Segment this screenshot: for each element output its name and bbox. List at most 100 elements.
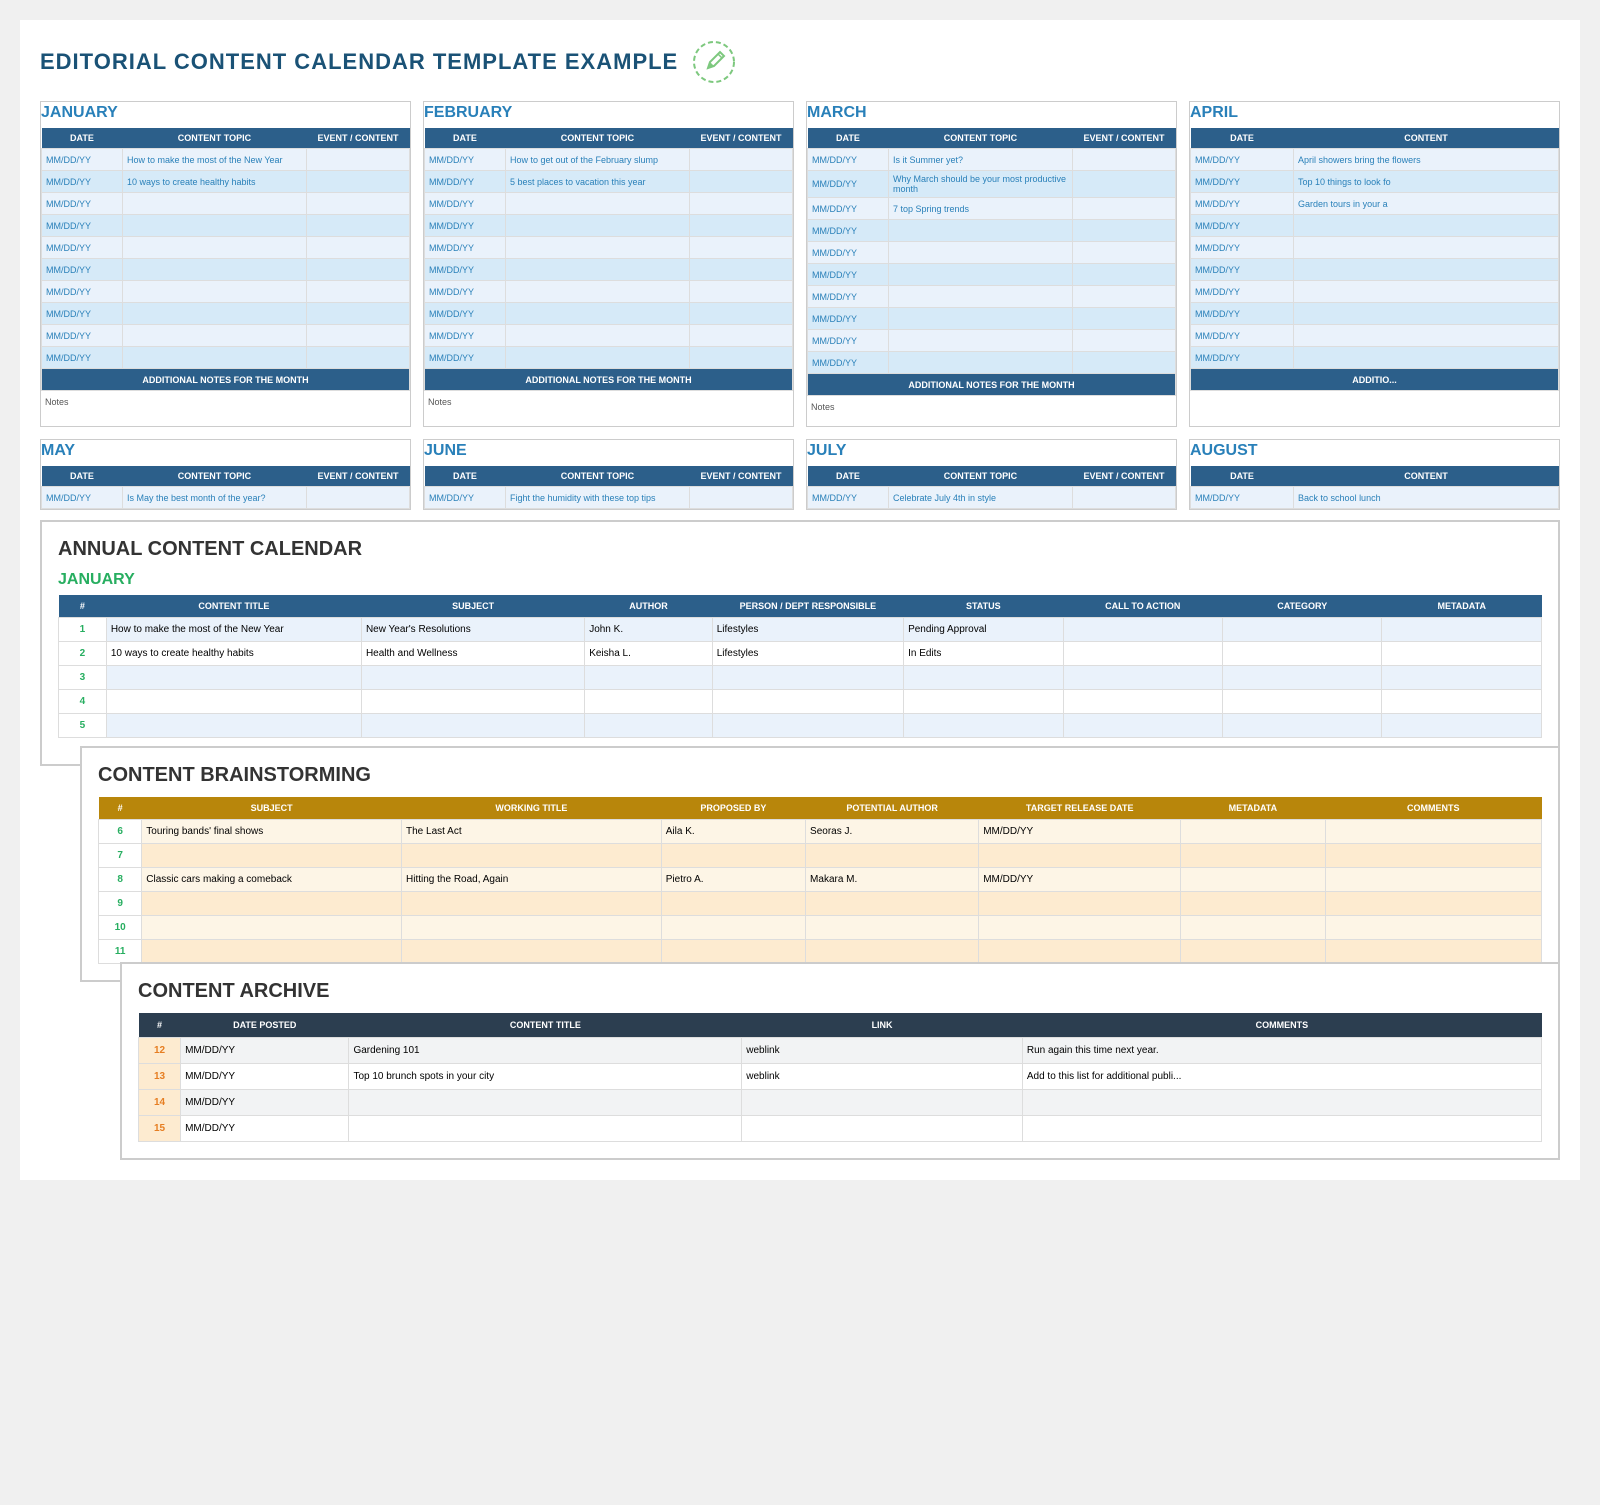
table-row: MM/DD/YYGarden tours in your a <box>1191 193 1559 215</box>
month-name-may: MAY <box>41 440 410 462</box>
table-row: 11 <box>99 940 1542 964</box>
table-row: MM/DD/YY <box>42 281 410 303</box>
table-row: MM/DD/YY <box>1191 347 1559 369</box>
notes-area-january: Notes <box>41 391 410 421</box>
pencil-icon <box>692 40 736 87</box>
annual-content-calendar-section: ANNUAL CONTENT CALENDAR JANUARY # CONTEN… <box>40 520 1560 766</box>
brainstorm-title: CONTENT BRAINSTORMING <box>98 764 1542 787</box>
table-row: MM/DD/YY10 ways to create healthy habits <box>42 171 410 193</box>
table-row: MM/DD/YY <box>425 193 793 215</box>
stacked-sections: ANNUAL CONTENT CALENDAR JANUARY # CONTEN… <box>40 520 1560 1160</box>
table-row: 9 <box>99 892 1542 916</box>
table-row: MM/DD/YY <box>425 237 793 259</box>
month-name-april: APRIL <box>1190 102 1559 124</box>
table-row: 10 <box>99 916 1542 940</box>
notes-row: ADDITIONAL NOTES FOR THE MONTH <box>808 374 1176 396</box>
table-row: MM/DD/YY <box>42 347 410 369</box>
archive-title: CONTENT ARCHIVE <box>138 980 1542 1003</box>
january-table: DATE CONTENT TOPIC EVENT / CONTENT MM/DD… <box>41 128 410 391</box>
date-cell: MM/DD/YY <box>42 171 123 193</box>
april-table: DATE CONTENT MM/DD/YYApril showers bring… <box>1190 128 1559 391</box>
table-row: 14 MM/DD/YY <box>139 1090 1542 1116</box>
table-row: MM/DD/YY <box>42 215 410 237</box>
month-august: AUGUST DATE CONTENT MM/DD/YYBack to scho… <box>1189 439 1560 510</box>
table-row: MM/DD/YY <box>808 286 1176 308</box>
month-july: JULY DATE CONTENT TOPIC EVENT / CONTENT … <box>806 439 1177 510</box>
date-cell: MM/DD/YY <box>42 149 123 171</box>
table-row: MM/DD/YY <box>425 215 793 237</box>
table-row: MM/DD/YY <box>808 308 1176 330</box>
table-row: 3 <box>59 666 1542 690</box>
table-row: MM/DD/YY <box>808 242 1176 264</box>
table-row: MM/DD/YYIs it Summer yet? <box>808 149 1176 171</box>
table-row: MM/DD/YY <box>808 220 1176 242</box>
table-row: MM/DD/YY <box>1191 281 1559 303</box>
table-row: 5 <box>59 714 1542 738</box>
jan-col-date: DATE <box>42 128 123 149</box>
month-name-january: JANUARY <box>41 102 410 124</box>
jan-col-event: EVENT / CONTENT <box>306 128 409 149</box>
month-april: APRIL DATE CONTENT MM/DD/YYApril showers… <box>1189 101 1560 427</box>
topic-cell: 10 ways to create healthy habits <box>122 171 306 193</box>
archive-table: # DATE POSTED CONTENT TITLE LINK COMMENT… <box>138 1013 1542 1142</box>
july-table: DATE CONTENT TOPIC EVENT / CONTENT MM/DD… <box>807 466 1176 509</box>
month-february: FEBRUARY DATE CONTENT TOPIC EVENT / CONT… <box>423 101 794 427</box>
table-row: MM/DD/YYApril showers bring the flowers <box>1191 149 1559 171</box>
annual-table: # CONTENT TITLE SUBJECT AUTHOR PERSON / … <box>58 595 1542 738</box>
notes-row: ADDITIONAL NOTES FOR THE MONTH <box>425 369 793 391</box>
table-row: MM/DD/YY <box>42 325 410 347</box>
main-title: EDITORIAL CONTENT CALENDAR TEMPLATE EXAM… <box>40 49 678 75</box>
annual-january-label: JANUARY <box>58 571 1542 589</box>
notes-area-march: Notes <box>807 396 1176 426</box>
table-row: MM/DD/YY7 top Spring trends <box>808 198 1176 220</box>
table-row: MM/DD/YYIs May the best month of the yea… <box>42 487 410 509</box>
june-table: DATE CONTENT TOPIC EVENT / CONTENT MM/DD… <box>424 466 793 509</box>
table-row: MM/DD/YY <box>808 264 1176 286</box>
table-row: MM/DD/YY <box>1191 237 1559 259</box>
month-june: JUNE DATE CONTENT TOPIC EVENT / CONTENT … <box>423 439 794 510</box>
table-row: MM/DD/YYFight the humidity with these to… <box>425 487 793 509</box>
table-row: 6 Touring bands' final shows The Last Ac… <box>99 820 1542 844</box>
month-name-june: JUNE <box>424 440 793 462</box>
march-table: DATE CONTENT TOPIC EVENT / CONTENT MM/DD… <box>807 128 1176 396</box>
table-row: MM/DD/YY <box>42 237 410 259</box>
topic-cell: How to make the most of the New Year <box>122 149 306 171</box>
table-row: 12 MM/DD/YY Gardening 101 weblink Run ag… <box>139 1038 1542 1064</box>
table-row: 7 <box>99 844 1542 868</box>
notes-row: ADDITIO... <box>1191 369 1559 391</box>
event-cell <box>306 171 409 193</box>
table-row: 1 How to make the most of the New Year N… <box>59 618 1542 642</box>
table-row: MM/DD/YY <box>425 347 793 369</box>
table-row: MM/DD/YY5 best places to vacation this y… <box>425 171 793 193</box>
month-name-march: MARCH <box>807 102 1176 124</box>
table-row: MM/DD/YY <box>425 325 793 347</box>
notes-label: ADDITIONAL NOTES FOR THE MONTH <box>42 369 410 391</box>
table-row: MM/DD/YY <box>42 303 410 325</box>
table-row: MM/DD/YY <box>808 352 1176 374</box>
table-row: MM/DD/YY <box>1191 303 1559 325</box>
months-row-2: MAY DATE CONTENT TOPIC EVENT / CONTENT M… <box>40 439 1560 510</box>
table-row: MM/DD/YY <box>808 330 1176 352</box>
table-row: MM/DD/YY <box>1191 215 1559 237</box>
month-name-july: JULY <box>807 440 1176 462</box>
table-row: 8 Classic cars making a comeback Hitting… <box>99 868 1542 892</box>
table-row: MM/DD/YYWhy March should be your most pr… <box>808 171 1176 198</box>
brainstorm-section: CONTENT BRAINSTORMING # SUBJECT WORKING … <box>80 746 1560 982</box>
table-row: MM/DD/YY <box>1191 325 1559 347</box>
notes-area-february: Notes <box>424 391 793 421</box>
table-row: MM/DD/YY <box>425 281 793 303</box>
table-row: MM/DD/YYCelebrate July 4th in style <box>808 487 1176 509</box>
month-march: MARCH DATE CONTENT TOPIC EVENT / CONTENT… <box>806 101 1177 427</box>
table-row: 2 10 ways to create healthy habits Healt… <box>59 642 1542 666</box>
table-row: MM/DD/YY <box>425 259 793 281</box>
months-row-1: JANUARY DATE CONTENT TOPIC EVENT / CONTE… <box>40 101 1560 427</box>
brainstorm-table: # SUBJECT WORKING TITLE PROPOSED BY POTE… <box>98 797 1542 964</box>
annual-section-title: ANNUAL CONTENT CALENDAR <box>58 538 1542 561</box>
jan-col-topic: CONTENT TOPIC <box>122 128 306 149</box>
table-row: MM/DD/YY <box>425 303 793 325</box>
month-may: MAY DATE CONTENT TOPIC EVENT / CONTENT M… <box>40 439 411 510</box>
table-row: MM/DD/YY <box>42 193 410 215</box>
event-cell <box>306 149 409 171</box>
table-row: MM/DD/YYBack to school lunch <box>1191 487 1559 509</box>
august-table: DATE CONTENT MM/DD/YYBack to school lunc… <box>1190 466 1559 509</box>
